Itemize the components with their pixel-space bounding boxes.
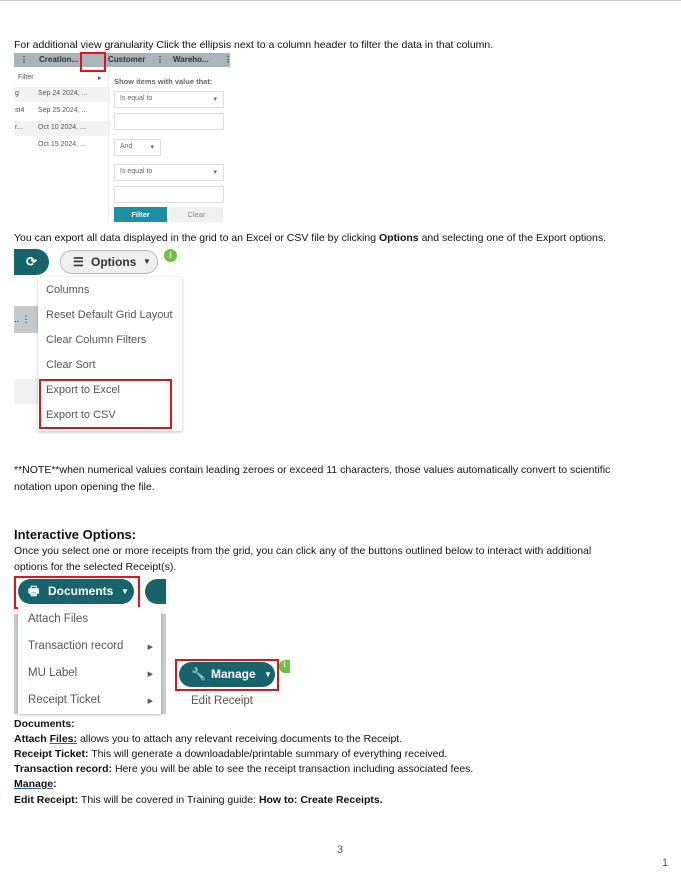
options-screenshot: ⟳ ☰ Options ▼ i .. ⋮ Columns Reset Default… xyxy=(14,249,184,433)
note-line-1: **NOTE**when numerical values contain le… xyxy=(14,464,611,476)
page-number: 3 xyxy=(337,844,344,856)
operator-select-2[interactable]: Is equal to ▾ xyxy=(114,164,224,181)
menu-item-columns[interactable]: Columns xyxy=(46,284,89,296)
info-icon[interactable]: i xyxy=(279,660,290,673)
menu-item-clear-filters[interactable]: Clear Column Filters xyxy=(46,334,146,346)
operator-select-1[interactable]: Is equal to ▾ xyxy=(114,91,224,108)
manage-link[interactable]: Manage xyxy=(14,778,53,790)
value-input-2[interactable] xyxy=(114,186,224,203)
note-line-2: notation upon opening the file. xyxy=(14,481,155,493)
value-input-1[interactable] xyxy=(114,113,224,130)
filter-menu-item[interactable]: Filter xyxy=(18,74,34,81)
menu-item-reset-layout[interactable]: Reset Default Grid Layout xyxy=(46,309,173,321)
clear-button[interactable]: Clear xyxy=(170,207,223,222)
manage-screenshot: 🔧 Manage ▼ i Edit Receipt xyxy=(175,657,291,715)
menu-item-mu-label[interactable]: MU Label xyxy=(28,667,77,679)
grid-row-fragment xyxy=(14,379,38,404)
grid-header-fragment: .. ⋮ xyxy=(14,306,38,333)
attach-files-desc: Attach Files: allows you to attach any r… xyxy=(14,733,403,745)
menu-item-clear-sort[interactable]: Clear Sort xyxy=(46,359,96,371)
export-text: You can export all data displayed in the… xyxy=(14,232,607,244)
column-header-customer[interactable]: Customer xyxy=(108,55,145,64)
transaction-record-desc: Transaction record: Here you will be abl… xyxy=(14,763,474,775)
table-row[interactable]: st4 Sep 25 2024, ... xyxy=(14,104,110,119)
menu-item-receipt-ticket[interactable]: Receipt Ticket xyxy=(28,694,100,706)
documents-screenshot: 🖶 Documents ▼ Attach Files Transaction rec… xyxy=(14,576,166,716)
intro-text: For additional view granularity Click th… xyxy=(14,39,494,51)
refresh-button[interactable] xyxy=(145,579,166,604)
highlight-box xyxy=(175,659,279,691)
column-header-creation[interactable]: Creation... xyxy=(39,55,78,64)
column-header-warehouse[interactable]: Wareho... xyxy=(173,55,209,64)
logic-select[interactable]: And ▾ xyxy=(114,139,161,156)
files-link[interactable]: Files: xyxy=(50,733,77,745)
options-button[interactable]: ☰ Options ▼ xyxy=(60,250,158,274)
corner-page-number: 1 xyxy=(662,857,669,869)
table-row[interactable]: Oct 15 2024, ... xyxy=(14,138,110,153)
receipt-ticket-desc: Receipt Ticket: This will generate a dow… xyxy=(14,748,448,760)
menu-item-edit-receipt[interactable]: Edit Receipt xyxy=(191,695,253,707)
grid-header: ⋮ Creation... ⋮ Customer ⋮ Wareho... ⋮ xyxy=(14,53,232,67)
table-row[interactable]: g Sep 24 2024, ... xyxy=(14,87,110,102)
menu-item-attach-files[interactable]: Attach Files xyxy=(28,613,88,625)
refresh-button[interactable]: ⟳ xyxy=(14,249,49,275)
interactive-heading: Interactive Options: xyxy=(14,527,137,542)
manage-heading: Manage: xyxy=(14,778,57,790)
documents-heading: Documents: xyxy=(14,718,75,730)
refresh-icon: ⟳ xyxy=(26,254,37,269)
document-page: For additional view granularity Click th… xyxy=(0,0,681,879)
filter-panel: Show items with value that: Is equal to ▾… xyxy=(108,71,231,223)
highlight-box xyxy=(39,379,172,429)
info-icon[interactable]: i xyxy=(164,249,177,262)
menu-item-transaction-record[interactable]: Transaction record xyxy=(28,640,123,652)
filter-button[interactable]: Filter xyxy=(114,207,167,222)
edit-receipt-desc: Edit Receipt: This will be covered in Tr… xyxy=(14,794,383,806)
sliders-icon: ☰ xyxy=(73,255,84,269)
highlight-box xyxy=(14,576,140,609)
documents-menu: Attach Files Transaction record ▶ MU Labe… xyxy=(18,607,161,714)
highlight-box xyxy=(80,52,106,72)
table-row[interactable]: r... Oct 10 2024, ... xyxy=(14,121,110,136)
interactive-line-1: Once you select one or more receipts fro… xyxy=(14,545,592,557)
grid-filter-screenshot: ⋮ Creation... ⋮ Customer ⋮ Wareho... ⋮ F… xyxy=(14,52,232,223)
interactive-line-2: options for the selected Receipt(s). xyxy=(14,561,177,573)
